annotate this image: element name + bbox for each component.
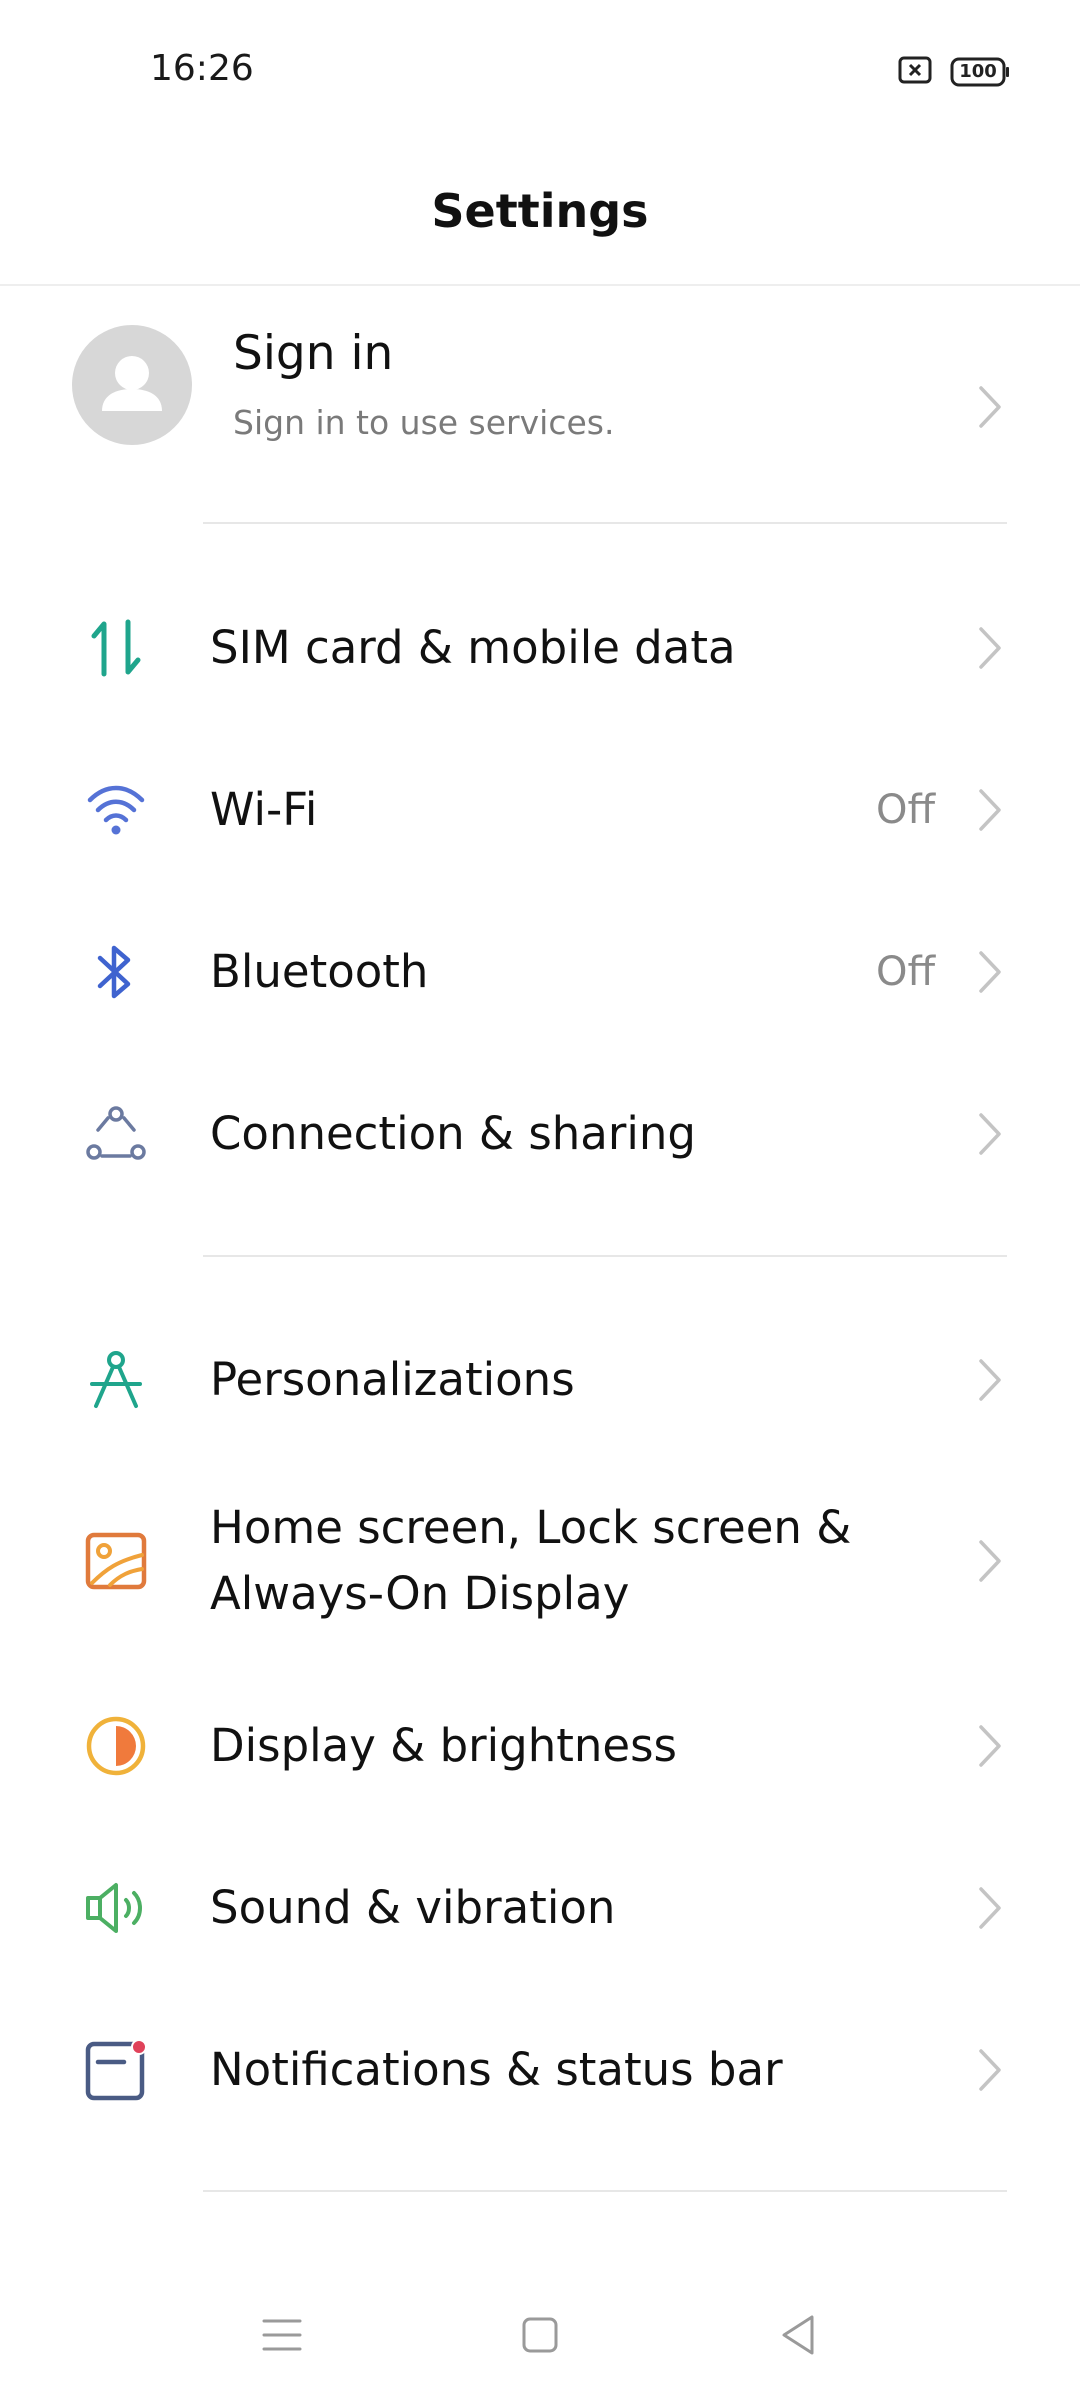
battery-level: 100	[959, 61, 997, 82]
chevron-right-icon	[970, 1722, 1010, 1770]
settings-item-wifi[interactable]: Wi-Fi Off	[0, 729, 1080, 891]
wifi-icon	[80, 774, 152, 846]
menu-icon[interactable]	[252, 2305, 312, 2365]
settings-item-label: Notifications & status bar	[210, 2043, 783, 2096]
account-subtitle: Sign in to use services.	[233, 403, 615, 442]
back-icon[interactable]	[768, 2305, 828, 2365]
notification-icon	[80, 2034, 152, 2106]
wallpaper-icon	[80, 1525, 152, 1597]
account-row[interactable]: Sign in Sign in to use services.	[0, 290, 1080, 520]
settings-item-display[interactable]: Display & brightness	[0, 1665, 1080, 1827]
settings-item-personalizations[interactable]: Personalizations	[0, 1299, 1080, 1461]
page-title: Settings	[431, 184, 649, 238]
settings-item-label: Display & brightness	[210, 1719, 677, 1772]
chevron-right-icon	[970, 1356, 1010, 1404]
home-icon[interactable]	[510, 2305, 570, 2365]
settings-item-label: Sound & vibration	[210, 1881, 616, 1934]
divider	[203, 522, 1007, 524]
header: Settings	[0, 140, 1080, 286]
settings-item-notifications[interactable]: Notifications & status bar	[0, 1989, 1080, 2151]
settings-item-label: Wi-Fi	[210, 783, 318, 836]
settings-item-label: SIM card & mobile data	[210, 621, 736, 674]
avatar-placeholder-icon	[72, 325, 192, 445]
account-title: Sign in	[233, 326, 394, 381]
connection-sharing-icon	[80, 1098, 152, 1170]
chevron-right-icon	[970, 383, 1010, 431]
battery-icon: 100	[950, 57, 1010, 87]
personalization-icon	[80, 1344, 152, 1416]
settings-item-home-lock-screen[interactable]: Home screen, Lock screen & Always-On Dis…	[0, 1461, 1080, 1661]
chevron-right-icon	[970, 948, 1010, 996]
settings-item-label: Personalizations	[210, 1353, 575, 1406]
settings-item-label-line2: Always-On Display	[210, 1567, 630, 1620]
chevron-right-icon	[970, 1884, 1010, 1932]
chevron-right-icon	[970, 786, 1010, 834]
divider	[203, 1255, 1007, 1257]
wifi-status: Off	[875, 787, 935, 833]
chevron-right-icon	[970, 624, 1010, 672]
status-icons: 100	[898, 52, 1010, 92]
chevron-right-icon	[970, 1537, 1010, 1585]
no-sim-icon	[898, 56, 932, 88]
settings-item-sound[interactable]: Sound & vibration	[0, 1827, 1080, 1989]
speaker-icon	[80, 1872, 152, 1944]
settings-item-label: Connection & sharing	[210, 1107, 696, 1160]
navigation-bar	[0, 2265, 1080, 2400]
divider	[203, 2190, 1007, 2192]
brightness-icon	[80, 1710, 152, 1782]
settings-item-bluetooth[interactable]: Bluetooth Off	[0, 891, 1080, 1053]
chevron-right-icon	[970, 2046, 1010, 2094]
status-bar: 16:26 100	[0, 0, 1080, 140]
bluetooth-icon	[80, 936, 152, 1008]
bluetooth-status: Off	[875, 949, 935, 995]
mobile-data-icon	[80, 612, 152, 684]
settings-item-sim[interactable]: SIM card & mobile data	[0, 567, 1080, 729]
chevron-right-icon	[970, 1110, 1010, 1158]
status-time: 16:26	[150, 48, 254, 89]
settings-item-connection[interactable]: Connection & sharing	[0, 1053, 1080, 1215]
settings-item-label: Bluetooth	[210, 945, 429, 998]
settings-item-label: Home screen, Lock screen &	[210, 1501, 852, 1554]
